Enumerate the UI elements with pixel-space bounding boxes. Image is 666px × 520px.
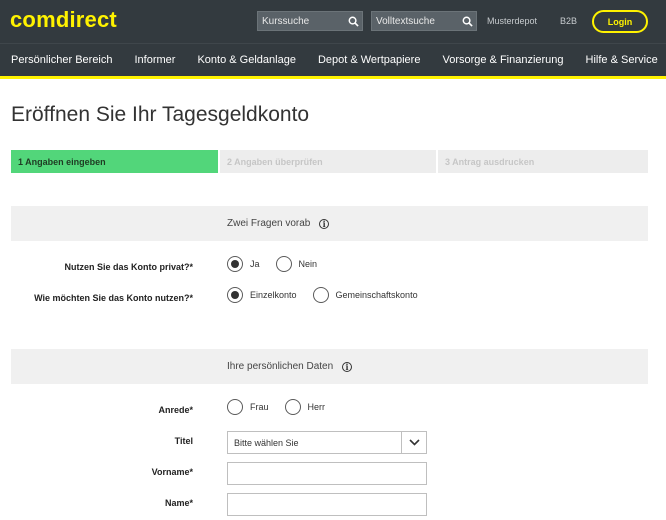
search-icon[interactable] bbox=[458, 12, 476, 30]
top-bar: comdirect Kurssuche Volltextsuche Muster… bbox=[0, 0, 666, 43]
nav-item-persoenlicher-bereich[interactable]: Persönlicher Bereich bbox=[11, 54, 113, 66]
row-titel: Titel Bitte wählen Sie bbox=[11, 427, 648, 458]
nav-item-depot-wertpapiere[interactable]: Depot & Wertpapiere bbox=[318, 54, 421, 66]
search-icon[interactable] bbox=[344, 12, 362, 30]
nav-item-konto-geldanlage[interactable]: Konto & Geldanlage bbox=[197, 54, 295, 66]
konto-nutzung-radio-group: Einzelkonto Gemeinschaftskonto bbox=[227, 287, 434, 303]
volltextsuche-input[interactable]: Volltextsuche bbox=[371, 11, 477, 31]
nav-item-hilfe-service[interactable]: Hilfe & Service bbox=[586, 54, 658, 66]
radio-gemeinschaftskonto[interactable] bbox=[312, 287, 329, 303]
kurssuche-input[interactable]: Kurssuche bbox=[257, 11, 363, 31]
konto-privat-label: Nutzen Sie das Konto privat?* bbox=[64, 262, 193, 272]
comdirect-logo[interactable]: comdirect bbox=[10, 7, 117, 33]
section-persoenliche-daten-header: Ihre persönlichen Daten i bbox=[11, 349, 648, 384]
step-angaben-eingeben: 1 Angaben eingeben bbox=[11, 150, 218, 173]
volltextsuche-placeholder: Volltextsuche bbox=[376, 15, 435, 27]
kurssuche-placeholder: Kurssuche bbox=[262, 15, 310, 27]
main-content: Eröffnen Sie Ihr Tagesgeldkonto 1 Angabe… bbox=[0, 103, 666, 520]
radio-ja-label[interactable]: Ja bbox=[250, 259, 260, 269]
page-title: Eröffnen Sie Ihr Tagesgeldkonto bbox=[11, 103, 310, 126]
radio-nein-label[interactable]: Nein bbox=[299, 259, 318, 269]
radio-einzelkonto-label[interactable]: Einzelkonto bbox=[250, 290, 297, 300]
titel-select[interactable]: Bitte wählen Sie bbox=[227, 431, 427, 454]
nav-item-vorsorge-finanzierung[interactable]: Vorsorge & Finanzierung bbox=[442, 54, 563, 66]
konto-privat-radio-group: Ja Nein bbox=[227, 256, 333, 272]
step-angaben-ueberpruefen: 2 Angaben überprüfen bbox=[220, 150, 436, 173]
row-konto-privat: Nutzen Sie das Konto privat?* Ja Nein bbox=[11, 253, 648, 284]
row-name: Name* bbox=[11, 489, 648, 520]
vorname-label: Vorname* bbox=[151, 467, 193, 477]
chevron-down-icon[interactable] bbox=[401, 432, 426, 453]
nav-item-informer[interactable]: Informer bbox=[135, 54, 176, 66]
b2b-link[interactable]: B2B bbox=[560, 16, 577, 26]
radio-frau[interactable] bbox=[227, 399, 243, 415]
anrede-label: Anrede* bbox=[158, 405, 193, 415]
section-zwei-fragen-header: Zwei Fragen vorab i bbox=[11, 206, 648, 241]
name-label: Name* bbox=[164, 498, 193, 508]
radio-frau-label[interactable]: Frau bbox=[250, 402, 269, 412]
radio-herr-label[interactable]: Herr bbox=[308, 402, 326, 412]
radio-nein[interactable] bbox=[275, 256, 292, 272]
row-konto-nutzung: Wie möchten Sie das Konto nutzen?* Einze… bbox=[11, 284, 648, 315]
konto-nutzung-label: Wie möchten Sie das Konto nutzen?* bbox=[34, 293, 193, 303]
vorname-input[interactable] bbox=[227, 462, 427, 485]
titel-label: Titel bbox=[174, 436, 193, 446]
radio-gemeinschaftskonto-label[interactable]: Gemeinschaftskonto bbox=[336, 290, 418, 300]
main-nav: Persönlicher Bereich Informer Konto & Ge… bbox=[0, 43, 666, 76]
row-anrede: Anrede* Frau Herr bbox=[11, 396, 648, 427]
radio-einzelkonto[interactable] bbox=[227, 287, 243, 303]
musterdepot-link[interactable]: Musterdepot bbox=[487, 16, 537, 26]
section-title: Ihre persönlichen Daten bbox=[227, 361, 334, 372]
step-antrag-ausdrucken: 3 Antrag ausdrucken bbox=[438, 150, 648, 173]
section-title: Zwei Fragen vorab bbox=[227, 218, 311, 229]
info-icon[interactable]: i bbox=[319, 219, 330, 229]
progress-steps: 1 Angaben eingeben 2 Angaben überprüfen … bbox=[11, 150, 648, 173]
titel-select-value: Bitte wählen Sie bbox=[234, 437, 299, 448]
name-input[interactable] bbox=[227, 493, 427, 516]
radio-herr[interactable] bbox=[284, 399, 301, 415]
radio-ja[interactable] bbox=[227, 256, 243, 272]
login-button[interactable]: Login bbox=[592, 10, 648, 33]
anrede-radio-group: Frau Herr bbox=[227, 399, 341, 415]
row-vorname: Vorname* bbox=[11, 458, 648, 489]
nav-accent-line bbox=[0, 76, 666, 79]
info-icon[interactable]: i bbox=[341, 362, 352, 372]
